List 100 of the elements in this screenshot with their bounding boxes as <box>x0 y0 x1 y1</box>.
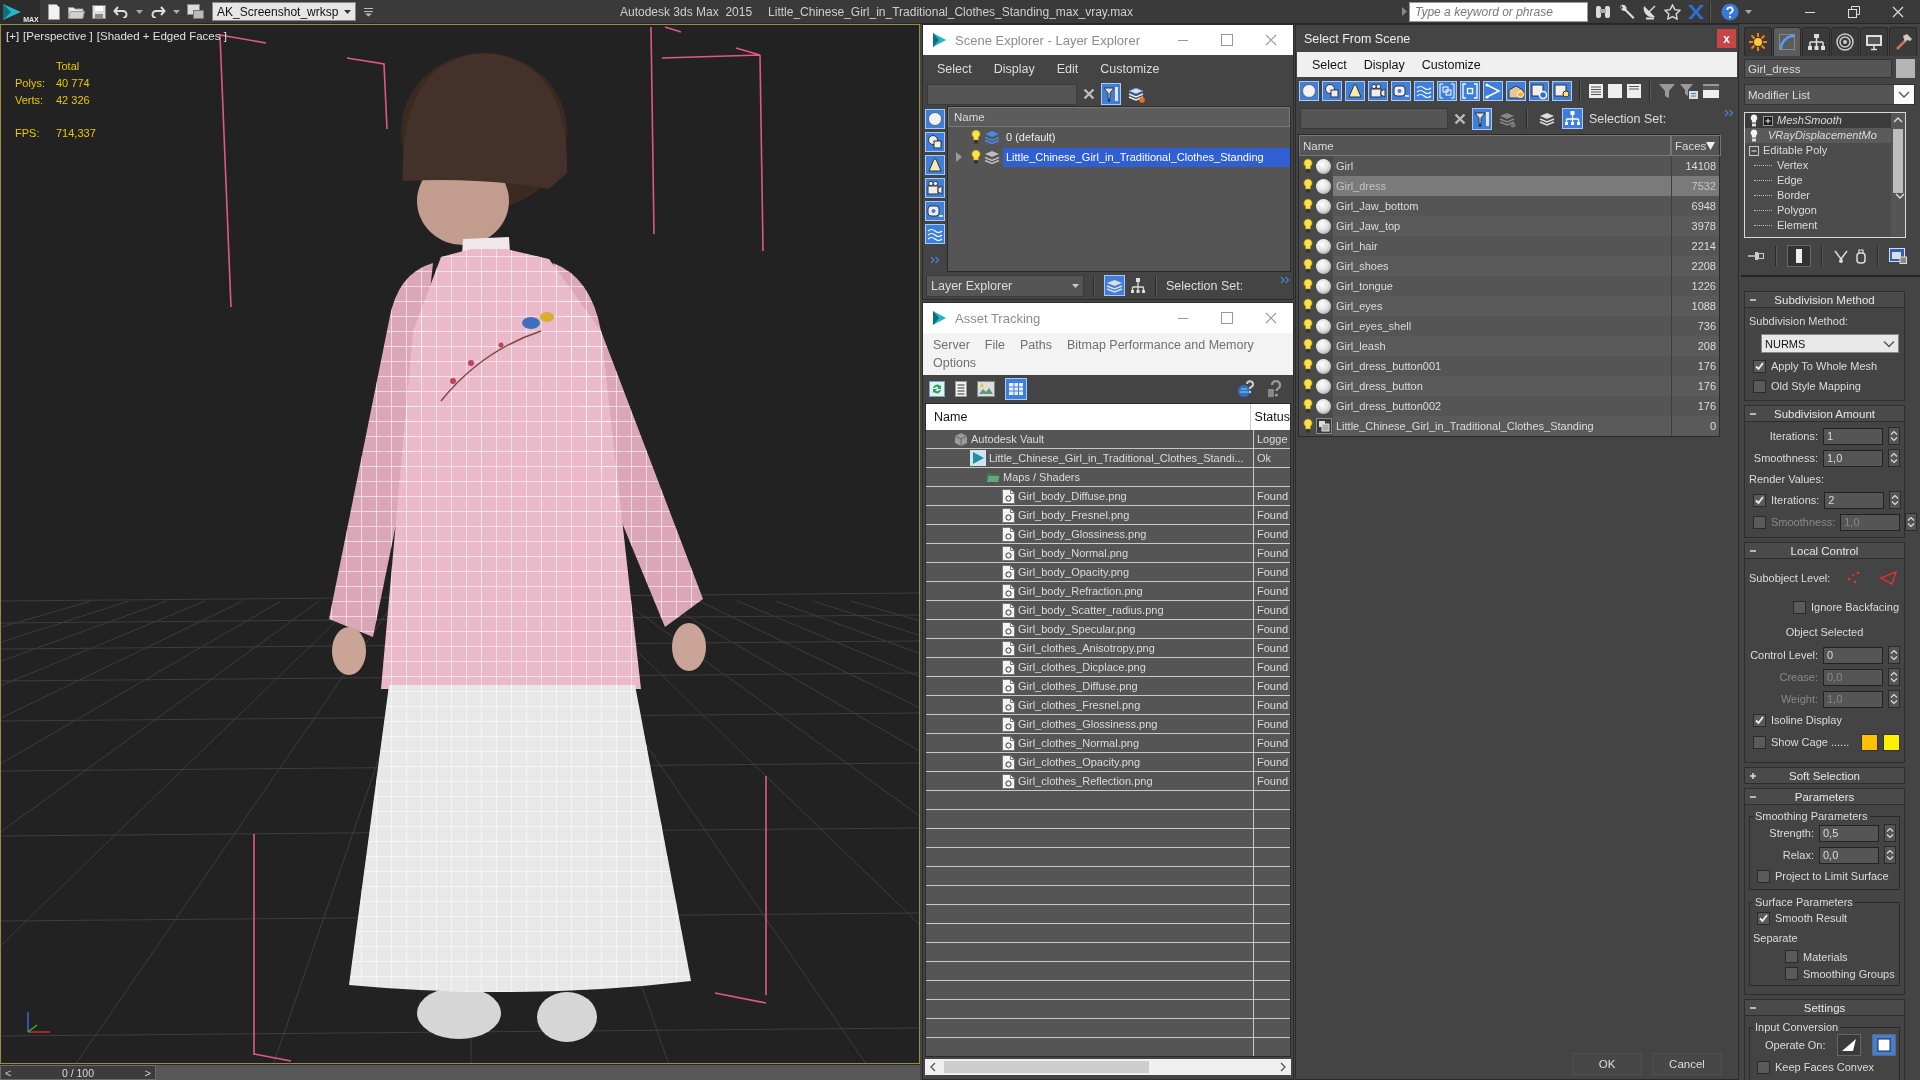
checkbox-label[interactable]: Smoothing Groups <box>1803 967 1895 980</box>
dropdown[interactable]: NURMS <box>1761 334 1899 353</box>
column-header[interactable]: Name <box>948 107 1290 127</box>
rollout-header[interactable]: Settings <box>1744 999 1905 1016</box>
double-chevron-icon[interactable] <box>1724 109 1734 117</box>
pin-icon[interactable] <box>1747 250 1765 262</box>
spinner-field[interactable]: 0,5 <box>1819 824 1879 842</box>
search-field[interactable] <box>1300 108 1448 129</box>
light-bulb-icon[interactable] <box>1303 318 1313 334</box>
object-name[interactable]: Girl_dress_button002 <box>1333 396 1671 416</box>
panel-tab[interactable] <box>1889 27 1917 56</box>
spinner-arrows-icon[interactable] <box>1884 846 1896 864</box>
checkbox-label[interactable]: Apply To Whole Mesh <box>1771 360 1878 372</box>
column-header[interactable]: Name <box>926 404 1251 430</box>
rollout-header[interactable]: Local Control <box>1744 542 1905 559</box>
spotlight-icon[interactable] <box>925 155 945 175</box>
menu-item[interactable]: Edit <box>1056 61 1079 76</box>
horizontal-scrollbar[interactable] <box>925 1059 1291 1075</box>
modifier-item[interactable]: MeshSmooth <box>1745 113 1891 128</box>
triangle-outline-icon[interactable] <box>1880 571 1899 585</box>
object-name[interactable]: Girl_eyes <box>1333 296 1671 316</box>
explorer-dropdown[interactable]: Layer Explorer <box>926 274 1084 297</box>
light-bulb-icon[interactable] <box>1749 129 1759 142</box>
scrollbar-thumb[interactable] <box>944 1061 1149 1073</box>
rollout-header[interactable]: Subdivision Amount <box>1744 405 1905 422</box>
clear-icon[interactable] <box>1083 88 1095 100</box>
rollout-header[interactable]: Subdivision Method <box>1744 291 1905 308</box>
checkbox[interactable] <box>1793 600 1806 614</box>
light-bulb-icon[interactable] <box>1303 158 1313 174</box>
waves-icon[interactable] <box>1414 81 1434 101</box>
checkbox[interactable] <box>1785 950 1798 963</box>
spinner-arrows-icon[interactable] <box>1888 449 1900 467</box>
time-slider-track[interactable]: < 0 / 100 > <box>0 1064 920 1080</box>
scrollbar[interactable] <box>1891 113 1905 237</box>
layers-icon[interactable] <box>984 150 1000 164</box>
save-icon[interactable] <box>92 4 106 19</box>
page-icon[interactable] <box>1607 83 1623 99</box>
close-button[interactable]: x <box>1717 29 1736 48</box>
filter-icon[interactable] <box>1658 82 1676 100</box>
shapes-icon[interactable] <box>925 132 945 152</box>
clear-icon[interactable] <box>1454 112 1466 125</box>
light-bulb-icon[interactable] <box>1303 258 1313 274</box>
double-chevron-icon[interactable] <box>1280 276 1290 284</box>
object-name[interactable]: Little_Chinese_Girl_in_Traditional_Clothes_Standing <box>1333 416 1671 436</box>
column-header[interactable]: Name <box>1299 135 1671 156</box>
expand-arrow-icon[interactable] <box>956 152 962 162</box>
scrollbar-thumb[interactable] <box>1893 129 1903 193</box>
spinner-field[interactable]: 0,0 <box>1819 846 1879 864</box>
scene-viewport[interactable]: [+] [Perspective ] [Shaded + Edged Faces ] Total Polys: 40 774 Verts: 42 326 FPS: 714,337 <box>0 24 920 1064</box>
object-name[interactable]: Girl_shoes <box>1333 256 1671 276</box>
object-name[interactable]: Girl_tongue <box>1333 276 1671 296</box>
checkbox[interactable] <box>1753 493 1766 507</box>
spinner-arrows-icon[interactable] <box>1888 427 1900 445</box>
table-icon[interactable] <box>1005 378 1027 400</box>
object-name[interactable]: Girl_hair <box>1333 236 1671 256</box>
panel-tab[interactable] <box>1831 27 1859 56</box>
checkbox-label[interactable]: Isoline Display <box>1771 714 1842 726</box>
object-name[interactable]: Girl_dress_button <box>1333 376 1671 396</box>
checkbox[interactable] <box>1757 1060 1770 1074</box>
spinner-field[interactable]: 2 <box>1824 491 1885 509</box>
menu-item[interactable]: Display <box>1363 57 1405 72</box>
checkbox-label[interactable]: Smooth Result <box>1775 912 1848 924</box>
dialog-button[interactable]: OK <box>1572 1053 1642 1075</box>
star-icon[interactable] <box>1664 3 1681 20</box>
spinner-arrows-icon[interactable] <box>1905 513 1918 531</box>
menu-item[interactable]: Display <box>993 61 1035 76</box>
checkbox[interactable] <box>1753 735 1766 749</box>
double-chevron-icon[interactable] <box>930 256 940 264</box>
caret-icon[interactable] <box>173 9 180 14</box>
panel-tab[interactable] <box>1773 27 1801 56</box>
column-header[interactable]: Status <box>1250 404 1290 430</box>
menu-item[interactable]: File <box>984 336 1005 354</box>
satellite-dish-icon[interactable] <box>1641 3 1658 20</box>
hierarchy-icon[interactable] <box>1562 108 1583 129</box>
spinner-field[interactable]: 1 <box>1823 427 1883 445</box>
subobject-item[interactable]: Border <box>1777 189 1811 202</box>
help-icon[interactable] <box>1721 2 1739 21</box>
rollout-header[interactable]: Soft Selection <box>1744 767 1905 784</box>
panel-tab[interactable] <box>1744 27 1772 56</box>
window-icon[interactable] <box>187 4 204 19</box>
search-field[interactable]: Type a keyword or phrase <box>1409 1 1588 22</box>
object-name[interactable]: Girl_leash <box>1333 336 1671 356</box>
spinner-arrows-icon[interactable] <box>1888 646 1900 664</box>
trash-icon[interactable] <box>1855 248 1867 264</box>
viewport-menu-label[interactable]: [+] <box>6 30 20 42</box>
checkbox[interactable] <box>1753 379 1766 393</box>
list-icon[interactable] <box>1588 83 1604 99</box>
squares-icon[interactable] <box>1437 81 1457 101</box>
light-bulb-icon[interactable] <box>1303 338 1313 354</box>
hierarchy-icon[interactable] <box>1130 276 1146 295</box>
box-bulb-icon[interactable] <box>1552 81 1572 101</box>
dialog-button[interactable]: Cancel <box>1652 1053 1722 1075</box>
checkbox-label[interactable]: Show Cage ...... <box>1771 736 1856 748</box>
checkbox-label[interactable]: Keep Faces Convex <box>1775 1061 1875 1073</box>
checkbox[interactable] <box>1753 359 1766 373</box>
list-header-icon[interactable] <box>1626 83 1642 99</box>
image-icon[interactable] <box>977 381 995 397</box>
workspace-dropdown[interactable]: AK_Screenshot_wrksp <box>212 2 356 21</box>
color-swatch-icon[interactable] <box>1883 733 1900 751</box>
checkbox-label[interactable]: Materials <box>1803 950 1848 963</box>
